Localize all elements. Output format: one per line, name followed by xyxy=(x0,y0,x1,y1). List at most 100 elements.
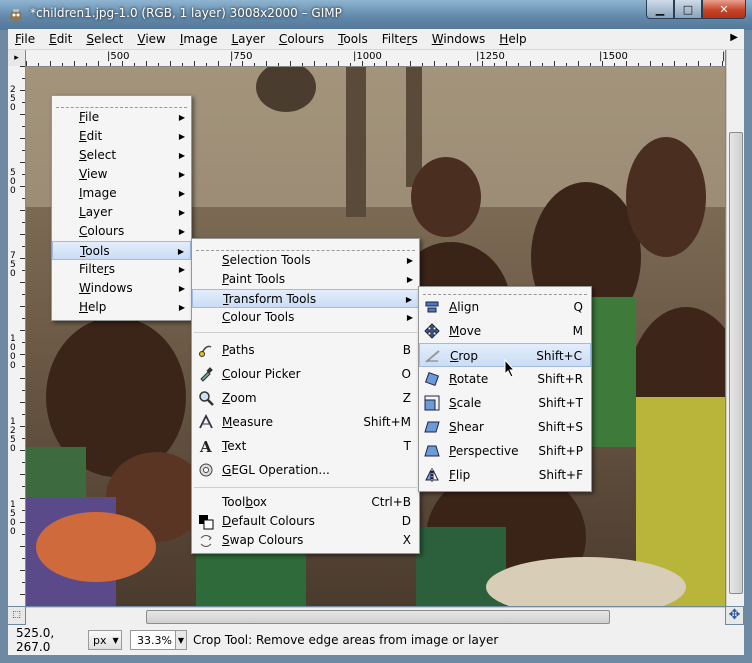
tools-item-default-colours[interactable]: Default Colours D xyxy=(192,512,419,531)
horizontal-ruler[interactable]: |500|750|1000|1250|1500|1750|2000|2250 xyxy=(26,50,725,67)
menubar-item-tools[interactable]: Tools xyxy=(331,29,375,49)
tools-item-colour-tools[interactable]: Colour Tools ▶ xyxy=(192,308,419,327)
horizontal-scrollbar[interactable] xyxy=(26,607,725,625)
tools-item-selection-tools[interactable]: Selection Tools ▶ xyxy=(192,251,419,270)
mouse-cursor-icon xyxy=(504,359,516,378)
ruler-tick xyxy=(554,61,555,66)
menu-item-shortcut: Shift+C xyxy=(536,349,582,363)
ruler-tick xyxy=(302,63,303,66)
submenu-arrow-icon: ▶ xyxy=(178,132,185,141)
maximize-button[interactable]: □ xyxy=(674,0,702,19)
ruler-corner-button[interactable]: ▸ xyxy=(8,50,26,67)
ruler-tick xyxy=(338,61,339,66)
ruler-tick xyxy=(206,63,207,66)
tools-item-gegl-operation[interactable]: GEGL Operation... xyxy=(192,458,419,482)
vertical-ruler[interactable]: 250 500 750 1000 1250 1500 xyxy=(8,66,26,606)
menubar-item-colours[interactable]: Colours xyxy=(272,29,331,49)
transform-item-move[interactable]: Move M xyxy=(419,319,591,343)
transform-tools-submenu: Align Q Move M Crop Shift+C Rotate Shift+R Scale… xyxy=(418,286,592,492)
tearoff-line[interactable] xyxy=(56,99,187,108)
ruler-tick xyxy=(20,450,25,451)
tools-item-paint-tools[interactable]: Paint Tools ▶ xyxy=(192,270,419,289)
tools-item-swap-colours[interactable]: Swap Colours X xyxy=(192,531,419,550)
transform-item-perspective[interactable]: Perspective Shift+P xyxy=(419,439,591,463)
tools-item-paths[interactable]: Paths B xyxy=(192,338,419,362)
menu-item-label: Rotate xyxy=(449,372,489,386)
tearoff-line[interactable] xyxy=(196,242,415,251)
image-menu-arrow-icon[interactable]: ▶ xyxy=(730,32,738,43)
text-icon: A xyxy=(199,438,212,454)
popup-item-image[interactable]: Image ▶ xyxy=(52,184,191,203)
zoom-input[interactable]: 33.3% xyxy=(130,630,176,650)
popup-item-filters[interactable]: Filters ▶ xyxy=(52,260,191,279)
unit-selector[interactable]: px ▼ xyxy=(88,630,122,650)
close-button[interactable]: ✕ xyxy=(702,0,746,19)
ruler-tick xyxy=(482,61,483,66)
menu-item-shortcut: Shift+F xyxy=(538,468,583,482)
menubar-item-file[interactable]: File xyxy=(8,29,42,49)
popup-item-tools[interactable]: Tools ▶ xyxy=(52,241,191,260)
vertical-scrollbar[interactable] xyxy=(726,50,744,606)
popup-item-edit[interactable]: Edit ▶ xyxy=(52,127,191,146)
menubar-item-image[interactable]: Image xyxy=(173,29,225,49)
menubar-item-layer[interactable]: Layer xyxy=(224,29,271,49)
quick-mask-toggle[interactable]: ⬚ xyxy=(8,607,25,624)
popup-item-layer[interactable]: Layer ▶ xyxy=(52,203,191,222)
transform-item-shear[interactable]: Shear Shift+S xyxy=(419,415,591,439)
popup-item-view[interactable]: View ▶ xyxy=(52,165,191,184)
popup-item-windows[interactable]: Windows ▶ xyxy=(52,279,191,298)
popup-item-file[interactable]: File ▶ xyxy=(52,108,191,127)
ruler-label: 1000 xyxy=(10,334,16,371)
navigate-icon[interactable]: ✥ xyxy=(726,607,743,624)
popup-item-select[interactable]: Select ▶ xyxy=(52,146,191,165)
transform-item-align[interactable]: Align Q xyxy=(419,295,591,319)
transform-item-flip[interactable]: Flip Shift+F xyxy=(419,463,591,487)
tools-item-transform-tools[interactable]: Transform Tools ▶ xyxy=(192,289,419,308)
ruler-tick xyxy=(326,63,327,66)
ruler-tick xyxy=(20,594,25,595)
menu-item-label: Filters xyxy=(79,262,115,276)
ruler-tick xyxy=(710,63,711,66)
image-popup-menu: File ▶ Edit ▶ Select ▶ View ▶ Image ▶ Layer ▶ Colour… xyxy=(51,95,192,321)
popup-item-help[interactable]: Help ▶ xyxy=(52,298,191,317)
menubar-item-view[interactable]: View xyxy=(130,29,172,49)
menubar-item-help[interactable]: Help xyxy=(492,29,533,49)
menu-item-label: Selection Tools xyxy=(222,253,311,267)
title-bar[interactable]: *children1.jpg-1.0 (RGB, 1 layer) 3008x2… xyxy=(0,0,752,30)
ruler-tick xyxy=(86,63,87,66)
zoom-dropdown-button[interactable]: ▼ xyxy=(176,630,187,650)
tools-item-zoom[interactable]: Zoom Z xyxy=(192,386,419,410)
tools-item-measure[interactable]: Measure Shift+M xyxy=(192,410,419,434)
tools-item-toolbox[interactable]: Toolbox Ctrl+B xyxy=(192,493,419,512)
ruler-tick xyxy=(22,246,25,247)
menu-item-label: Scale xyxy=(449,396,482,410)
transform-item-scale[interactable]: Scale Shift+T xyxy=(419,391,591,415)
ruler-tick xyxy=(254,63,255,66)
ruler-label: 1500 xyxy=(10,500,16,537)
submenu-arrow-icon: ▶ xyxy=(178,265,185,274)
popup-item-colours[interactable]: Colours ▶ xyxy=(52,222,191,241)
ruler-tick xyxy=(20,522,25,523)
zoom-icon xyxy=(199,391,214,406)
menubar-item-select[interactable]: Select xyxy=(79,29,130,49)
tools-item-text[interactable]: A Text T xyxy=(192,434,419,458)
ruler-tick xyxy=(122,61,123,66)
vertical-scroll-thumb[interactable] xyxy=(729,132,743,594)
menu-item-label: Colour Picker xyxy=(222,367,301,381)
menubar-item-edit[interactable]: Edit xyxy=(42,29,79,49)
horizontal-scroll-thumb[interactable] xyxy=(146,610,610,624)
ruler-tick xyxy=(422,63,423,66)
ruler-tick xyxy=(494,63,495,66)
minimize-button[interactable]: ▁ xyxy=(646,0,674,19)
ruler-tick xyxy=(20,66,25,67)
menu-item-label: GEGL Operation... xyxy=(222,463,330,477)
ruler-label: 500 xyxy=(10,168,16,196)
menu-item-label: Swap Colours xyxy=(222,533,304,547)
gimp-window: *children1.jpg-1.0 (RGB, 1 layer) 3008x2… xyxy=(0,0,752,663)
tools-item-colour-picker[interactable]: Colour Picker O xyxy=(192,362,419,386)
ruler-tick xyxy=(20,546,25,547)
ruler-tick xyxy=(110,63,111,66)
menubar-item-filters[interactable]: Filters xyxy=(375,29,425,49)
ruler-tick xyxy=(350,63,351,66)
menubar-item-windows[interactable]: Windows xyxy=(425,29,493,49)
